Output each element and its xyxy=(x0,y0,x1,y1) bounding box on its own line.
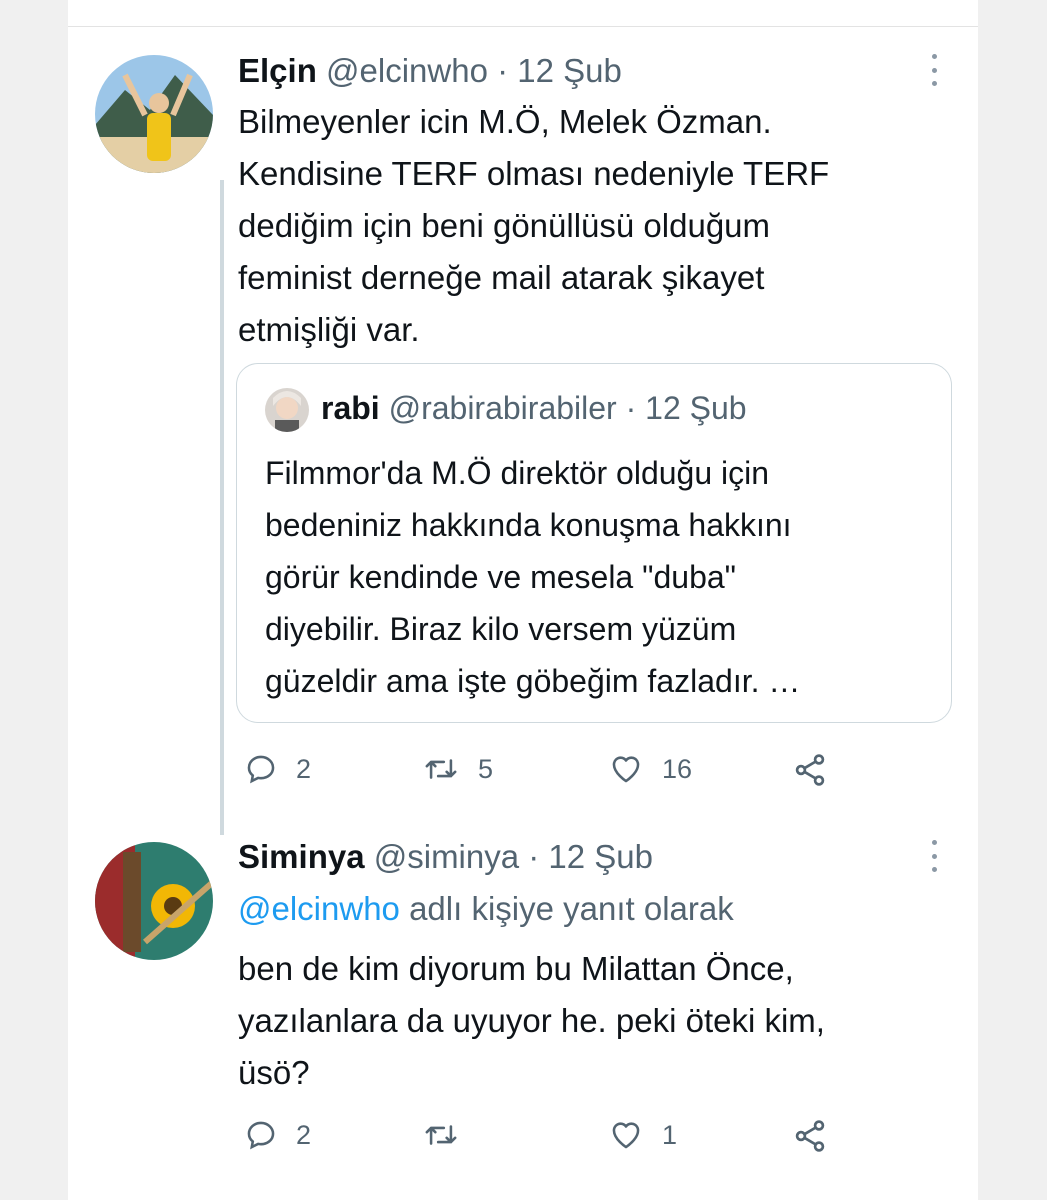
tweet1-header: Elçin @elcinwho · 12 Şub xyxy=(238,52,622,90)
reply-context: @elcinwho adlı kişiye yanıt olarak xyxy=(238,890,734,928)
tweet1-date[interactable]: · 12 Şub xyxy=(497,52,622,89)
quote-text-line: bedeniniz hakkında konuşma hakkını xyxy=(265,507,792,543)
tweet1-text-line: feminist derneğe mail atarak şikayet xyxy=(238,259,765,296)
tweet2-text-line: üsö? xyxy=(238,1054,310,1091)
quote-text-line: görür kendinde ve mesela "duba" xyxy=(265,559,737,595)
quote-text-line: diyebilir. Biraz kilo versem yüzüm xyxy=(265,611,737,647)
quote-author-name: rabi xyxy=(321,390,380,426)
tweet2-handle[interactable]: @siminya xyxy=(374,838,519,875)
like-button[interactable]: 16 xyxy=(608,752,692,786)
reply-to-text: adlı kişiye yanıt olarak xyxy=(399,890,734,927)
tweet1-text-line: dediğim için beni gönüllüsü olduğum xyxy=(238,207,771,244)
like-icon xyxy=(612,756,640,783)
tweet1-text-line: Bilmeyenler icin M.Ö, Melek Özman. xyxy=(238,103,772,140)
quoted-tweet[interactable]: rabi @rabirabirabiler · 12 Şub Filmmor'd… xyxy=(236,363,952,723)
reply-count: 2 xyxy=(296,1119,312,1150)
reply-icon xyxy=(247,755,275,784)
share-icon xyxy=(795,1120,825,1152)
top-divider xyxy=(68,26,978,27)
quote-text-line: Filmmor'da M.Ö direktör olduğu için xyxy=(265,455,770,491)
retweet-icon xyxy=(425,1125,457,1145)
quote-text-line: güzeldir ama işte göbeğim fazladır. … xyxy=(265,663,801,699)
reply-count: 2 xyxy=(296,753,312,784)
more-icon[interactable] xyxy=(924,836,944,876)
retweet-button[interactable] xyxy=(422,1118,478,1152)
share-button[interactable] xyxy=(792,1118,828,1154)
tweet1-text-line: Kendisine TERF olması nedeniyle TERF xyxy=(238,155,830,192)
more-icon[interactable] xyxy=(924,50,944,90)
quote-header: rabi @rabirabirabiler · 12 Şub xyxy=(321,390,747,427)
avatar-rabi xyxy=(265,388,309,432)
reply-button[interactable]: 2 xyxy=(244,752,311,786)
retweet-icon xyxy=(425,759,457,779)
share-button[interactable] xyxy=(792,752,828,788)
avatar-siminya[interactable] xyxy=(95,842,213,960)
tweet1-author-name[interactable]: Elçin xyxy=(238,52,317,89)
reply-icon xyxy=(247,1121,275,1150)
timeline-card: Elçin @elcinwho · 12 Şub Bilmeyenler ici… xyxy=(68,0,978,1200)
share-icon xyxy=(795,754,825,786)
retweet-count: 5 xyxy=(478,753,494,784)
quote-date: · 12 Şub xyxy=(625,390,747,426)
like-button[interactable]: 1 xyxy=(608,1118,677,1152)
tweet2-text-line: ben de kim diyorum bu Milattan Önce, xyxy=(238,950,794,987)
avatar-elcin[interactable] xyxy=(95,55,213,173)
retweet-button[interactable]: 5 xyxy=(422,752,493,786)
tweet2-header: Siminya @siminya · 12 Şub xyxy=(238,838,653,876)
thread-connector xyxy=(220,180,224,835)
like-count: 1 xyxy=(662,1119,678,1150)
tweet1-text-line: etmişliği var. xyxy=(238,311,420,348)
reply-to-handle[interactable]: @elcinwho xyxy=(238,890,400,927)
like-count: 16 xyxy=(662,753,693,784)
tweet2-text-line: yazılanlara da uyuyor he. peki öteki kim… xyxy=(238,1002,825,1039)
reply-button[interactable]: 2 xyxy=(244,1118,311,1152)
tweet2-author-name[interactable]: Siminya xyxy=(238,838,365,875)
tweet2-date[interactable]: · 12 Şub xyxy=(528,838,653,875)
quote-handle: @rabirabirabiler xyxy=(388,390,617,426)
tweet1-handle[interactable]: @elcinwho xyxy=(326,52,488,89)
like-icon xyxy=(612,1122,640,1149)
